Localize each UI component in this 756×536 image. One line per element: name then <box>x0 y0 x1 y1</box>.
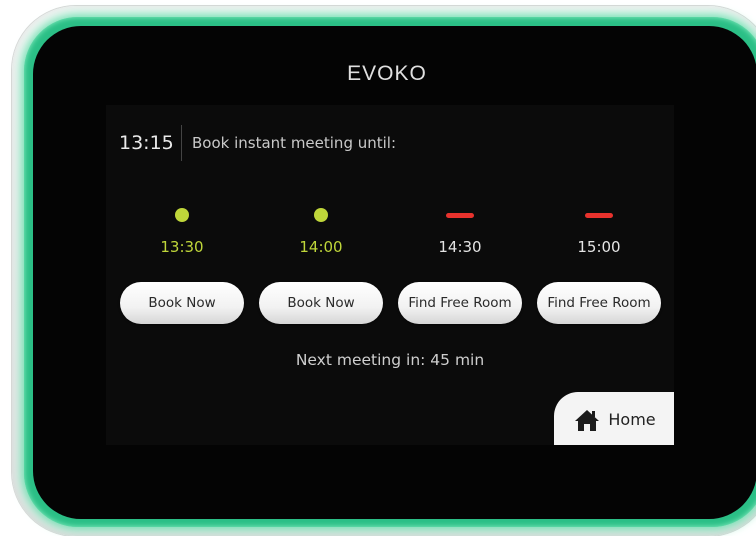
home-icon <box>574 408 600 432</box>
brand-logo: EVOKO <box>347 62 427 85</box>
slot-time: 14:00 <box>299 238 343 256</box>
next-meeting-info: Next meeting in: 45 min <box>295 351 485 369</box>
availability-indicator <box>537 205 661 225</box>
busy-dash <box>585 213 613 218</box>
slot-time: 13:30 <box>160 238 204 256</box>
time-slot-3: 14:30 Find Free Room <box>398 205 522 330</box>
header-divider <box>181 125 182 161</box>
touch-screen: 13:15 Book instant meeting until: 13:30 … <box>106 105 674 445</box>
find-free-room-button[interactable]: Find Free Room <box>537 282 661 324</box>
book-now-button[interactable]: Book Now <box>120 282 244 324</box>
book-now-button[interactable]: Book Now <box>259 282 383 324</box>
availability-indicator <box>120 205 244 225</box>
available-dot <box>175 208 189 222</box>
instant-booking-prompt: Book instant meeting until: <box>192 134 397 152</box>
busy-dash <box>446 213 474 218</box>
current-time: 13:15 <box>119 132 174 154</box>
slot-time: 14:30 <box>438 238 482 256</box>
home-button[interactable]: Home <box>554 392 674 445</box>
time-slot-1: 13:30 Book Now <box>120 205 244 330</box>
find-free-room-button[interactable]: Find Free Room <box>398 282 522 324</box>
home-label: Home <box>608 410 656 429</box>
availability-indicator <box>259 205 383 225</box>
available-dot <box>314 208 328 222</box>
slot-time: 15:00 <box>577 238 621 256</box>
availability-indicator <box>398 205 522 225</box>
time-slot-2: 14:00 Book Now <box>259 205 383 330</box>
time-slot-4: 15:00 Find Free Room <box>537 205 661 330</box>
